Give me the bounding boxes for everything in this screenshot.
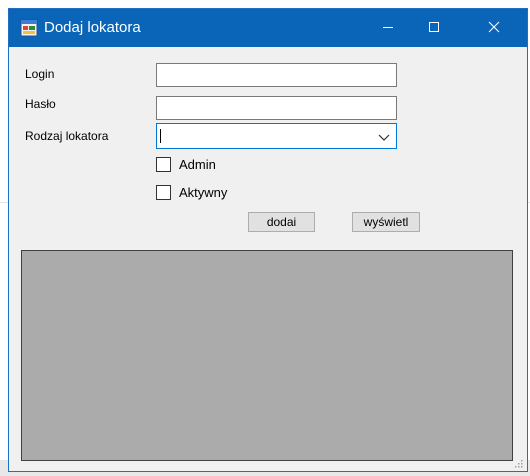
tenant-type-label: Rodzaj lokatora — [25, 129, 109, 143]
text-cursor — [160, 129, 161, 143]
login-label: Login — [25, 67, 55, 81]
title-bar[interactable]: Dodaj lokatora — [9, 9, 527, 47]
dodaj-lokatora-window: Dodaj lokatora Login Hasło Rodzaj lokato… — [8, 8, 528, 472]
close-icon — [488, 21, 500, 36]
password-label: Hasło — [25, 97, 56, 111]
login-input[interactable] — [156, 63, 397, 87]
maximize-button[interactable] — [411, 9, 457, 47]
admin-label[interactable]: Admin — [179, 157, 216, 172]
maximize-icon — [428, 21, 440, 36]
tenants-data-grid[interactable] — [21, 250, 513, 461]
resize-grip-icon[interactable] — [513, 457, 523, 468]
active-label[interactable]: Aktywny — [179, 185, 227, 200]
admin-checkbox[interactable] — [156, 157, 171, 172]
window-title: Dodaj lokatora — [44, 19, 141, 36]
minimize-icon — [382, 21, 394, 36]
chevron-down-icon[interactable] — [378, 131, 390, 143]
add-button[interactable]: dodai — [248, 212, 315, 232]
password-input[interactable] — [156, 96, 397, 120]
app-form-icon[interactable] — [20, 19, 38, 37]
tenant-type-select[interactable] — [156, 123, 397, 149]
active-checkbox[interactable] — [156, 185, 171, 200]
close-button[interactable] — [471, 9, 517, 47]
minimize-button[interactable] — [365, 9, 411, 47]
show-button[interactable]: wyświetl — [352, 212, 420, 232]
